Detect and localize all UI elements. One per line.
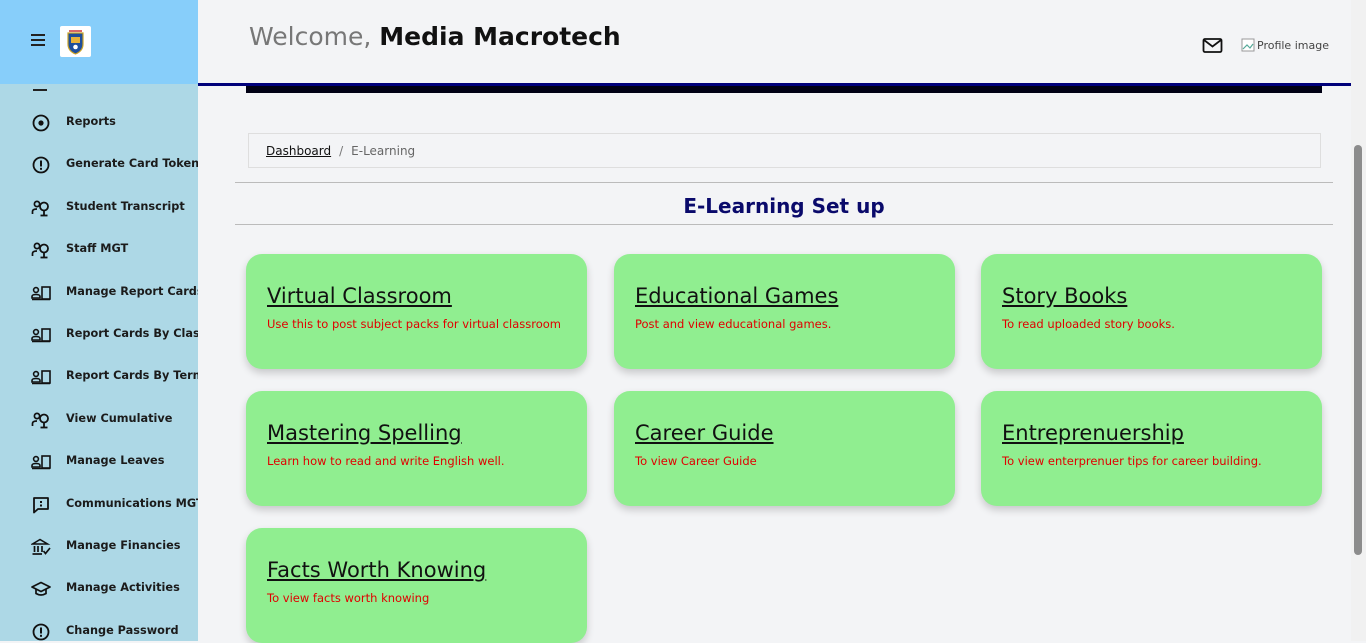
card-description: Learn how to read and write English well… — [267, 454, 505, 468]
sidebar-item-manage-report-cards[interactable]: Manage Report Cards — [0, 273, 198, 311]
card-description: To view facts worth knowing — [267, 591, 430, 605]
person-search-icon — [31, 410, 51, 430]
user-name: Media Macrotech — [379, 22, 621, 51]
card-virtual-classroom[interactable]: Virtual Classroom Use this to post subje… — [246, 254, 587, 369]
sidebar-item-label: Manage Report Cards — [66, 284, 198, 298]
content-top-bar — [246, 86, 1322, 93]
card-title[interactable]: Entreprenuership — [1002, 421, 1184, 445]
mail-icon[interactable] — [1202, 37, 1223, 54]
sidebar-item-manage-financies[interactable]: Manage Financies — [0, 527, 198, 565]
id-card-icon — [31, 283, 51, 303]
card-title[interactable]: Educational Games — [635, 284, 838, 308]
info-icon — [31, 622, 51, 641]
sidebar-item-label: Manage Leaves — [66, 454, 165, 468]
sidebar-item-change-password[interactable]: Change Password — [0, 612, 198, 641]
card-title[interactable]: Facts Worth Knowing — [267, 558, 486, 582]
target-icon — [31, 113, 51, 133]
breadcrumb-separator: / — [339, 143, 344, 158]
card-description: To view enterprenuer tips for career bui… — [1002, 454, 1262, 468]
sidebar-item-communications-mgt[interactable]: Communications MGT — [0, 485, 198, 523]
card-mastering-spelling[interactable]: Mastering Spelling Learn how to read and… — [246, 391, 587, 506]
card-facts-worth-knowing[interactable]: Facts Worth Knowing To view facts worth … — [246, 528, 587, 643]
sidebar-item-view-cumulative[interactable]: View Cumulative — [0, 400, 198, 438]
card-entrepreneurship[interactable]: Entreprenuership To view enterprenuer ti… — [981, 391, 1322, 506]
breadcrumb-dashboard-link[interactable]: Dashboard — [266, 144, 331, 158]
menu-toggle-icon[interactable] — [31, 34, 45, 48]
school-logo[interactable] — [60, 26, 91, 57]
sidebar-item-label: Manage Financies — [66, 539, 181, 552]
page-title: E-Learning Set up — [683, 194, 885, 218]
sidebar-item-manage-leaves[interactable]: Manage Leaves — [0, 442, 198, 480]
sidebar-item-staff-mgt[interactable]: Staff MGT — [0, 230, 198, 268]
sidebar-item-label: Change Password — [66, 623, 179, 637]
sidebar-header — [0, 0, 198, 84]
sidebar-item-generate-card-token[interactable]: Generate Card Token — [0, 145, 198, 183]
sidebar-item-reports[interactable]: Reports — [0, 103, 198, 141]
sidebar-item-label: Staff MGT — [66, 242, 129, 256]
card-description: To read uploaded story books. — [1002, 317, 1175, 331]
card-title[interactable]: Virtual Classroom — [267, 284, 452, 308]
profile-alt-text: Profile image — [1257, 38, 1329, 52]
card-title[interactable]: Career Guide — [635, 421, 774, 445]
card-title[interactable]: Mastering Spelling — [267, 421, 462, 445]
broken-image-icon — [1241, 38, 1255, 52]
title-divider-bottom — [235, 224, 1333, 225]
person-search-icon — [31, 240, 51, 260]
sidebar-item-manage-activities[interactable]: Manage Activities — [0, 569, 198, 607]
sidebar-item-label: Report Cards By Term — [66, 369, 198, 383]
bank-icon — [31, 537, 51, 557]
id-card-icon — [31, 325, 51, 345]
sidebar-item-report-cards-by-term[interactable]: Report Cards By Term — [0, 357, 198, 395]
profile-image[interactable]: Profile image — [1241, 38, 1329, 52]
sidebar-item-label: Report Cards By Class — [66, 327, 198, 340]
welcome-prefix: Welcome, — [249, 22, 372, 51]
breadcrumb: Dashboard / E-Learning — [248, 133, 1321, 168]
id-card-icon — [31, 452, 51, 472]
sidebar-item-report-cards-by-class[interactable]: Report Cards By Class — [0, 315, 198, 353]
title-divider-top — [235, 182, 1333, 183]
card-description: Post and view educational games. — [635, 317, 832, 331]
sidebar-item-label: View Cumulative — [66, 411, 173, 425]
card-educational-games[interactable]: Educational Games Post and view educatio… — [614, 254, 955, 369]
partial-icon — [33, 84, 47, 91]
sidebar-item-label: Generate Card Token — [66, 157, 198, 171]
chat-icon — [31, 495, 51, 515]
card-career-guide[interactable]: Career Guide To view Career Guide — [614, 391, 955, 506]
info-icon — [31, 155, 51, 175]
sidebar-item-label: Manage Activities — [66, 581, 180, 595]
sidebar-item-label: Student Transcript — [66, 199, 185, 213]
card-description: To view Career Guide — [635, 454, 757, 468]
card-title[interactable]: Story Books — [1002, 284, 1127, 308]
scrollbar-thumb[interactable] — [1354, 145, 1362, 555]
id-card-icon — [31, 367, 51, 387]
sidebar-item-label: Communications MGT — [66, 496, 198, 510]
welcome-message: Welcome, Media Macrotech — [249, 22, 621, 51]
person-search-icon — [31, 198, 51, 218]
card-story-books[interactable]: Story Books To read uploaded story books… — [981, 254, 1322, 369]
sidebar-item-label: Reports — [66, 115, 116, 128]
card-description: Use this to post subject packs for virtu… — [267, 317, 561, 331]
sidebar-item-student-transcript[interactable]: Student Transcript — [0, 188, 198, 226]
breadcrumb-current: E-Learning — [351, 143, 416, 158]
graduation-cap-icon — [31, 579, 51, 599]
sidebar: Reports Generate Card Token Student Transc… — [0, 0, 198, 641]
